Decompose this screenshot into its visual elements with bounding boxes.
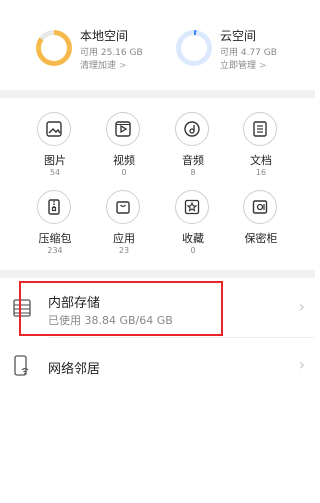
category-count: 16	[255, 168, 267, 177]
local-storage-title: 本地空间	[80, 29, 129, 43]
category-name: 保密柜	[244, 232, 278, 245]
archive-icon	[37, 190, 71, 224]
network-neighborhood-title: 网络邻居	[48, 362, 101, 377]
category-count: 23	[118, 246, 130, 255]
video-icon	[106, 112, 140, 146]
category-favorites[interactable]: 收藏 0	[158, 190, 228, 268]
category-grid: 图片 54 视频 0 音频 8 文档 16 压缩包 234 应用 23 收藏 0…	[0, 98, 315, 270]
clean-speedup-link[interactable]: 清理加速 >	[80, 58, 127, 71]
category-count: 234	[47, 246, 63, 255]
cloud-storage-title: 云空间	[220, 29, 257, 43]
category-count: 54	[49, 168, 61, 177]
category-images[interactable]: 图片 54	[20, 112, 90, 190]
category-audio[interactable]: 音频 8	[158, 112, 228, 190]
category-name: 压缩包	[38, 232, 72, 245]
chevron-right-icon: >	[259, 61, 267, 71]
safe-icon	[243, 190, 277, 224]
manage-now-label: 立即管理	[220, 61, 257, 71]
category-safe[interactable]: 保密柜	[226, 190, 296, 268]
category-documents[interactable]: 文档 16	[226, 112, 296, 190]
app-bag-icon	[106, 190, 140, 224]
category-videos[interactable]: 视频 0	[89, 112, 159, 190]
category-name: 视频	[113, 154, 135, 167]
section-separator	[0, 90, 315, 98]
category-name: 文档	[250, 154, 272, 167]
highlight-box	[19, 281, 223, 336]
clean-speedup-label: 清理加速	[80, 61, 117, 71]
category-name: 收藏	[182, 232, 204, 245]
chevron-right-icon: >	[119, 61, 127, 71]
category-name: 图片	[44, 154, 66, 167]
chevron-right-icon: ›	[298, 355, 305, 374]
section-separator	[0, 270, 315, 278]
category-apps[interactable]: 应用 23	[89, 190, 159, 268]
document-icon	[243, 112, 277, 146]
network-phone-icon	[12, 355, 32, 381]
audio-icon	[175, 112, 209, 146]
category-count: 0	[190, 246, 196, 255]
category-name: 应用	[113, 232, 135, 245]
cloud-storage-available: 可用 4.77 GB	[220, 48, 277, 58]
storage-summary: 本地空间 可用 25.16 GB 清理加速 > 云空间 可用 4.77 GB 立即…	[0, 14, 315, 90]
star-icon	[175, 190, 209, 224]
category-count: 8	[190, 168, 196, 177]
local-storage-ring	[36, 30, 72, 66]
image-icon	[37, 112, 71, 146]
category-archives[interactable]: 压缩包 234	[20, 190, 90, 268]
network-neighborhood-row[interactable]: 网络邻居 ›	[0, 338, 315, 394]
status-bar-area	[0, 0, 315, 14]
chevron-right-icon: ›	[298, 297, 305, 316]
category-count: 0	[121, 168, 127, 177]
local-storage-available: 可用 25.16 GB	[80, 48, 143, 58]
manage-now-link[interactable]: 立即管理 >	[220, 58, 267, 71]
category-name: 音频	[182, 154, 204, 167]
cloud-storage-ring	[176, 30, 212, 66]
